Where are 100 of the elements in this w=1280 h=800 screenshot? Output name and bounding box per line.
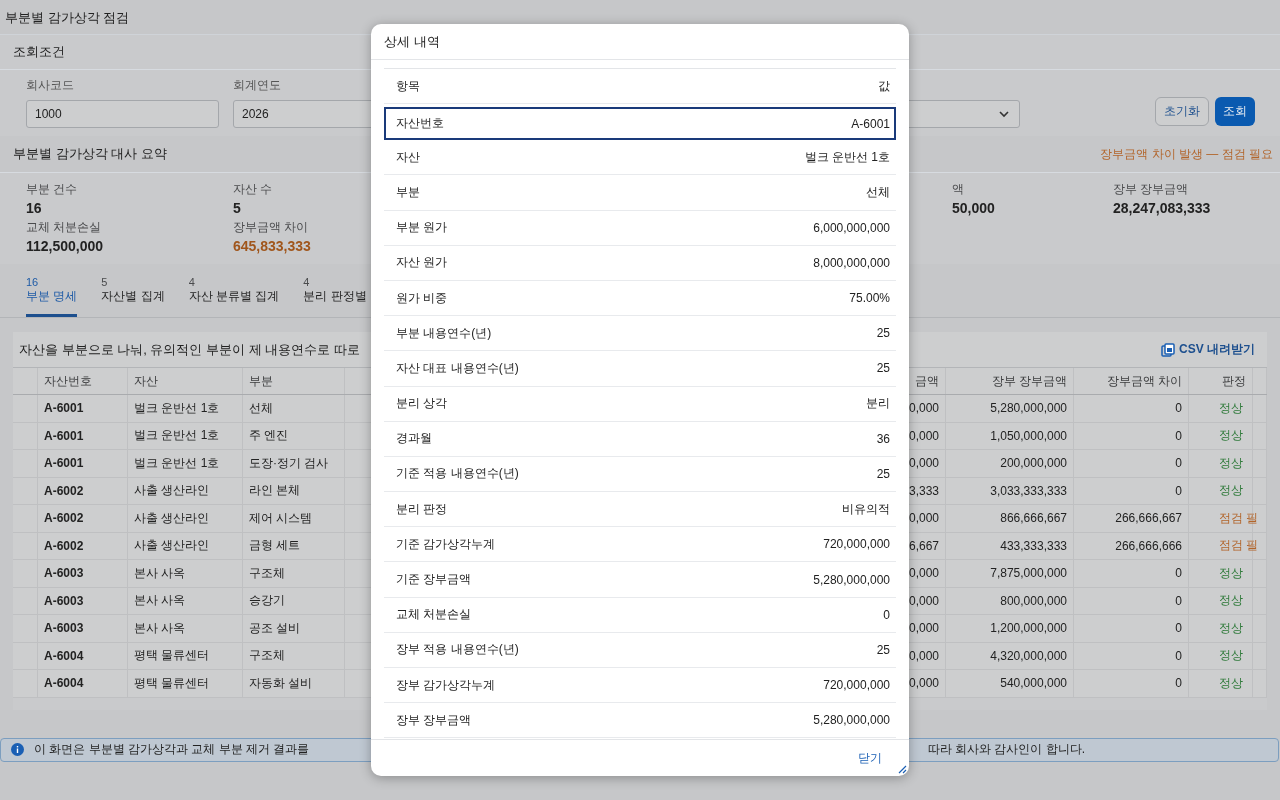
close-link[interactable]: 닫기	[858, 749, 882, 767]
table-cell: 0	[1074, 422, 1189, 449]
detail-row[interactable]: 부분 내용연수(년) 25	[384, 316, 896, 352]
reset-button[interactable]: 초기화	[1155, 97, 1209, 126]
table-cell: 벌크 운반선 1호	[128, 450, 243, 477]
row-label: 장부 장부금액	[396, 711, 472, 729]
row-label: 자산 원가	[396, 254, 448, 272]
detail-row[interactable]: 부분 선체	[384, 175, 896, 211]
table-cell: A-6003	[38, 615, 128, 642]
tab[interactable]: 16 부분 명세	[26, 276, 78, 317]
row-value: 25	[876, 466, 890, 481]
row-label: 부분 내용연수(년)	[396, 324, 492, 342]
row-value: 25	[876, 361, 890, 376]
detail-row[interactable]: 기준 적용 내용연수(년) 25	[384, 456, 896, 493]
detail-row[interactable]: 기준 장부금액 5,280,000,000	[384, 562, 896, 598]
stat-value: 5	[233, 200, 241, 216]
table-cell: 벌크 운반선 1호	[128, 395, 243, 422]
table-cell: A-6001	[38, 395, 128, 422]
table-cell: A-6003	[38, 560, 128, 587]
column-header: 자산번호	[38, 368, 128, 394]
csv-download-button[interactable]: CSV 내려받기	[1161, 341, 1255, 358]
status-text: 정상	[1219, 427, 1243, 445]
detail-row[interactable]: 교체 처분손실 0	[384, 597, 896, 633]
detail-row[interactable]: 원가 비중 75.00%	[384, 280, 896, 317]
section-title: 부분별 감가상각 대사 요약	[13, 145, 167, 163]
row-label: 교체 처분손실	[396, 606, 472, 624]
table-cell: 본사 사옥	[128, 560, 243, 587]
stat-value: 28,247,083,333	[1113, 200, 1211, 216]
row-value: 720,000,000	[823, 537, 890, 552]
table-cell: 구조체	[243, 642, 345, 669]
tab[interactable]: 4 분리 판정별	[303, 276, 367, 317]
row-value: 25	[876, 326, 890, 341]
table-cell: 7,875,000,000	[946, 560, 1074, 587]
detail-row[interactable]: 장부 장부금액 5,280,000,000	[384, 703, 896, 739]
stat-label: 장부 장부금액	[1113, 181, 1189, 198]
table-cell: 5,280,000,000	[946, 395, 1074, 422]
status-text: 정상	[1219, 454, 1243, 472]
detail-row[interactable]: 분리 판정 비유의적	[384, 492, 896, 528]
status-text: 점검 필	[1219, 537, 1259, 555]
table-cell: 사출 생산라인	[128, 477, 243, 504]
detail-row[interactable]: 부분 원가 6,000,000,000	[384, 210, 896, 246]
table-cell: 사출 생산라인	[128, 505, 243, 532]
row-label: 자산 대표 내용연수(년)	[396, 359, 519, 377]
stat-label: 교체 처분손실	[26, 219, 102, 236]
stat-value: 16	[26, 200, 42, 216]
row-value: A-6001	[851, 116, 890, 131]
stat-label: 부분 건수	[26, 181, 78, 198]
input-field[interactable]: 1000	[26, 100, 219, 128]
detail-row[interactable]: 자산 벌크 운반선 1호	[384, 140, 896, 176]
table-cell: 0	[1074, 670, 1189, 697]
table-cell: 0	[1074, 615, 1189, 642]
table-cell: 선체	[243, 395, 345, 422]
detail-row[interactable]: 경과월 36	[384, 421, 896, 457]
status-text: 정상	[1219, 482, 1243, 500]
status-text: 정상	[1219, 592, 1243, 610]
column-header: 자산	[128, 368, 243, 394]
table-cell: A-6004	[38, 670, 128, 697]
table-cell: 540,000,000	[946, 670, 1074, 697]
row-value: 720,000,000	[823, 678, 890, 693]
table-cell: 1,050,000,000	[946, 422, 1074, 449]
table-cell: 사출 생산라인	[128, 532, 243, 559]
row-label: 기준 적용 내용연수(년)	[396, 465, 519, 483]
detail-row[interactable]: 기준 감가상각누계 720,000,000	[384, 527, 896, 563]
info-icon	[11, 743, 24, 756]
table-cell: A-6002	[38, 477, 128, 504]
table-cell: 구조체	[243, 560, 345, 587]
status-text: 정상	[1219, 647, 1243, 665]
row-value: 36	[876, 431, 890, 446]
tab[interactable]: 4 자산 분류별 집계	[188, 276, 280, 317]
status-text: 정상	[1219, 619, 1243, 637]
row-value: 75.00%	[849, 291, 890, 306]
row-value: 선체	[866, 183, 890, 201]
detail-row[interactable]: 분리 상각 분리	[384, 386, 896, 422]
row-value: 분리	[866, 395, 890, 413]
table-cell: 주 엔진	[243, 422, 345, 449]
status-text: 정상	[1219, 399, 1243, 417]
stat-value: 112,500,000	[26, 238, 104, 254]
detail-row[interactable]: 자산번호 A-6001	[384, 107, 896, 141]
stat-value: 50,000	[952, 200, 995, 216]
field-label: 회계연도	[233, 77, 281, 94]
table-cell: 4,320,000,000	[946, 642, 1074, 669]
column-header: 항목	[396, 77, 420, 95]
detail-row[interactable]: 장부 적용 내용연수(년) 25	[384, 632, 896, 668]
table-cell: 0	[1074, 587, 1189, 614]
status-text: 정상	[1219, 564, 1243, 582]
column-header: 장부금액 차이	[1074, 368, 1189, 394]
search-button[interactable]: 조회	[1215, 97, 1255, 126]
table-cell: 3,033,333,333	[946, 477, 1074, 504]
resize-grip-icon[interactable]	[898, 765, 907, 774]
table-cell: A-6001	[38, 450, 128, 477]
detail-row[interactable]: 자산 원가 8,000,000,000	[384, 245, 896, 281]
row-value: 벌크 운반선 1호	[804, 148, 890, 166]
table-cell: 평택 물류센터	[128, 642, 243, 669]
detail-row[interactable]: 자산 대표 내용연수(년) 25	[384, 351, 896, 387]
document-icon	[1161, 342, 1175, 357]
stat-label: 자산 수	[233, 181, 273, 198]
tab[interactable]: 5 자산별 집계	[101, 276, 165, 317]
status-text: 정상	[1219, 674, 1243, 692]
info-text: 이 화면은 부분별 감가상각과 교체 부분 제거 결과를	[34, 741, 310, 758]
detail-row[interactable]: 장부 감가상각누계 720,000,000	[384, 668, 896, 704]
